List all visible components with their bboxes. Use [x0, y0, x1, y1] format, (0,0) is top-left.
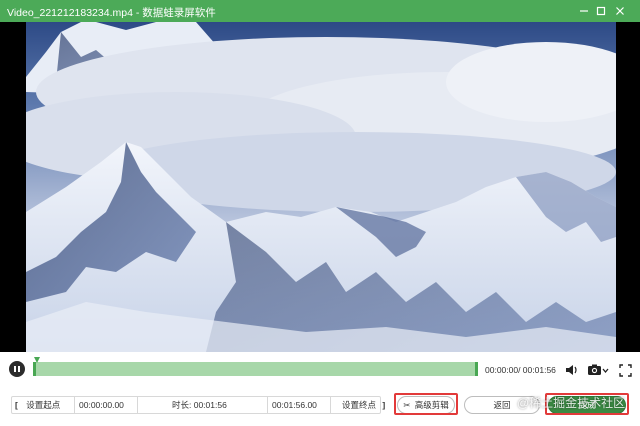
- scissors-icon: ✂: [403, 400, 411, 410]
- set-end-button[interactable]: 设置终点 ]: [334, 397, 385, 413]
- bracket-left-icon: [: [15, 400, 18, 410]
- back-label: 返回: [493, 400, 511, 410]
- minimize-button[interactable]: [576, 3, 592, 19]
- advanced-edit-label: 高级剪辑: [414, 400, 449, 410]
- screenshot-button[interactable]: [586, 362, 610, 378]
- set-start-label: 设置起点: [26, 400, 61, 410]
- pause-icon-bar-left: [14, 366, 16, 372]
- volume-button[interactable]: [564, 362, 580, 378]
- start-time-input[interactable]: [76, 397, 136, 413]
- title-bar: Video_221212183234.mp4 - 数据蛙录屏软件: [0, 0, 640, 22]
- divider: [330, 397, 331, 413]
- video-frame: [26, 22, 616, 352]
- minimize-icon: [580, 10, 588, 12]
- advanced-edit-button[interactable]: ✂ 高级剪辑: [397, 396, 455, 414]
- player-controls: 00:00:00/ 00:01:56 [ 设置起点 时长: 00:01:56: [0, 352, 640, 426]
- maximize-button[interactable]: [593, 3, 609, 19]
- fullscreen-icon: [618, 363, 632, 377]
- window-title: Video_221212183234.mp4 - 数据蛙录屏软件: [7, 7, 216, 19]
- maximize-icon: [596, 6, 606, 16]
- set-start-button[interactable]: [ 设置起点: [15, 397, 75, 413]
- divider: [267, 397, 268, 413]
- trim-edit-bar: [ 设置起点 时长: 00:01:56 设置终点 ]: [11, 396, 385, 414]
- trim-end-handle[interactable]: [475, 362, 478, 376]
- mountain-landscape-image: [26, 22, 616, 352]
- speaker-icon: [566, 365, 577, 375]
- camera-icon: [588, 364, 609, 375]
- duration-label: 时长: 00:01:56: [172, 400, 227, 410]
- close-icon: [616, 7, 624, 15]
- bracket-right-icon: ]: [382, 400, 386, 410]
- close-button[interactable]: [612, 3, 628, 19]
- time-display: 00:00:00/ 00:01:56: [485, 365, 556, 375]
- end-time-input[interactable]: [269, 397, 329, 413]
- pause-icon-bar-right: [18, 366, 20, 372]
- set-end-label: 设置终点: [342, 400, 377, 410]
- video-preview[interactable]: [0, 22, 640, 352]
- watermark: @稀土掘金技术社区: [517, 396, 626, 410]
- timeline-fill: [33, 362, 478, 376]
- divider: [74, 397, 75, 413]
- trim-start-handle[interactable]: [33, 362, 36, 376]
- divider: [137, 397, 138, 413]
- pause-button[interactable]: [9, 361, 25, 377]
- fullscreen-button[interactable]: [617, 362, 633, 378]
- timeline-slider[interactable]: [33, 357, 478, 376]
